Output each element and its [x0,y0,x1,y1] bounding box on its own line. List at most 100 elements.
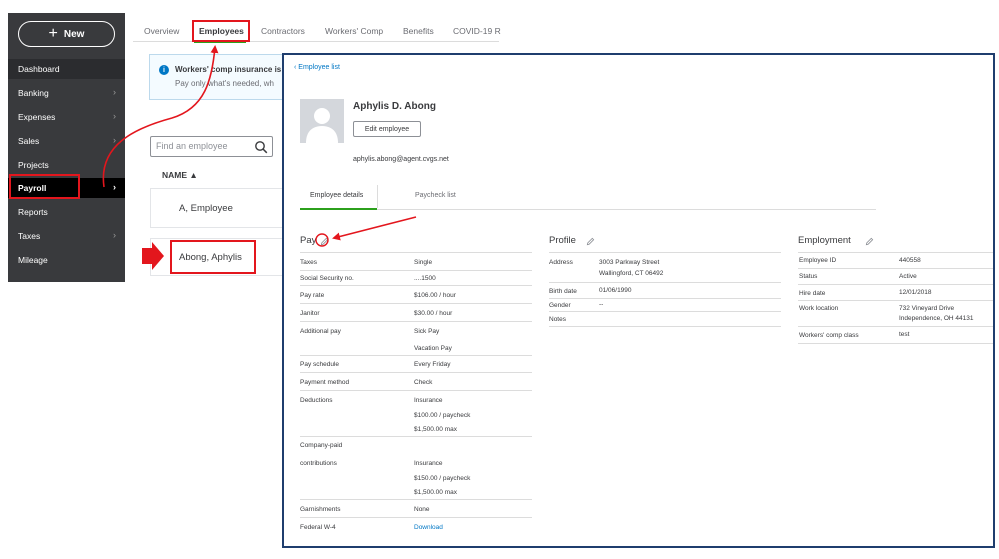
pay-value: $150.00 / paycheck [414,475,471,482]
profile-label: Notes [549,316,566,323]
pay-label: Taxes [300,259,317,266]
sidebar-item-label: Dashboard [18,64,60,74]
avatar [300,99,344,143]
sidebar-item-label: Mileage [18,255,48,265]
divider [300,372,532,373]
edit-employee-button[interactable]: Edit employee [353,121,421,137]
pay-label: Deductions [300,397,333,404]
payroll-tabs: Overview Employees Contractors Workers' … [133,20,501,42]
profile-value: Wallingford, CT 06492 [599,270,664,277]
employee-name: A, Employee [179,203,233,214]
sidebar-item-label: Taxes [18,231,41,241]
sidebar-item-label: Sales [18,136,40,146]
edit-profile-pencil-icon[interactable] [586,237,595,246]
pay-value: None [414,506,430,513]
pay-value: $30.00 / hour [414,310,453,317]
profile-value: 01/06/1990 [599,287,632,294]
divider [300,270,532,271]
pay-section-title: Pay [300,235,317,246]
divider [300,517,532,518]
sidebar-item-taxes[interactable]: Taxes › [8,226,125,246]
divider [549,298,781,299]
sidebar-item-expenses[interactable]: Expenses › [8,107,125,127]
chevron-right-icon: › [113,230,116,240]
divider [798,300,993,301]
download-w4-link[interactable]: Download [414,524,443,531]
employee-full-name: Aphylis D. Abong [353,101,436,112]
info-icon: i [159,65,169,75]
pay-label: Social Security no. [300,275,354,282]
pay-value: $100.00 / paycheck [414,412,471,419]
edit-employment-pencil-icon[interactable] [865,237,874,246]
pay-value: Every Friday [414,361,451,368]
banner-body: Pay only what's needed, wh [175,79,274,88]
tab-covid-19[interactable]: COVID-19 R [453,26,501,36]
divider [798,326,993,327]
pay-label: Company-paid [300,442,343,449]
pay-value: Single [414,259,433,266]
search-icon[interactable] [254,140,268,154]
tab-contractors[interactable]: Contractors [261,26,305,36]
plus-icon: + [48,25,58,42]
employment-label: Workers' comp class [799,332,859,339]
divider [798,284,993,285]
pay-value: Sick Pay [414,328,440,335]
sidebar-item-reports[interactable]: Reports [8,202,125,222]
pay-value: $106.00 / hour [414,292,456,299]
sidebar-item-label: Expenses [18,112,56,122]
sidebar-item-mileage[interactable]: Mileage [8,250,125,270]
pay-label: Pay rate [300,292,325,299]
profile-label: Birth date [549,288,577,295]
detail-tabs: Employee details Paycheck list [300,183,876,210]
sidebar-item-sales[interactable]: Sales › [8,131,125,151]
profile-label: Address [549,259,573,266]
tab-divider [377,185,378,208]
divider [549,311,781,312]
tab-paycheck-list[interactable]: Paycheck list [415,192,456,199]
employee-row[interactable]: A, Employee [150,188,285,228]
divider [798,343,993,344]
left-navigation: + New Dashboard Banking › Expenses › Sales… [8,13,125,282]
employee-row-highlight [170,240,256,274]
divider [798,252,993,253]
workers-comp-banner: i Workers' comp insurance is Pay only wh… [149,54,284,100]
employment-value: test [899,331,910,338]
divider [549,282,781,283]
pay-label: Payment method [300,379,350,386]
employment-label: Employee ID [799,257,837,264]
employment-value: Active [899,273,917,280]
tab-workers-comp[interactable]: Workers' Comp [325,26,383,36]
employment-value: 440558 [899,257,921,264]
sidebar-item-label: Projects [18,160,49,170]
pay-label: Federal W-4 [300,524,336,531]
divider [300,321,532,322]
sidebar-item-label: Reports [18,207,48,217]
pay-label: Garnishments [300,506,341,513]
new-button[interactable]: + New [18,21,115,47]
profile-value: 3003 Parkway Street [599,259,660,266]
profile-label: Gender [549,302,571,309]
employee-email: aphylis.abong@agent.cvgs.net [353,156,449,163]
divider [300,252,532,253]
employee-list-link[interactable]: ‹ Employee list [294,64,340,71]
edit-pay-pencil-icon[interactable] [320,237,329,246]
tab-overview[interactable]: Overview [144,26,179,36]
pay-value: Vacation Pay [414,345,452,352]
sidebar-item-banking[interactable]: Banking › [8,83,125,103]
sidebar-item-dashboard[interactable]: Dashboard [8,59,125,79]
person-silhouette-icon [300,99,344,143]
sidebar-item-projects[interactable]: Projects [8,155,125,175]
pay-label: Additional pay [300,328,341,335]
divider [300,390,532,391]
pay-value: $1,500.00 max [414,489,458,496]
tab-benefits[interactable]: Benefits [403,26,434,36]
employee-search-input[interactable]: Find an employee [150,136,273,157]
divider [549,252,781,253]
search-placeholder: Find an employee [156,141,228,151]
employment-label: Hire date [799,290,826,297]
name-column-header[interactable]: NAME ▲ [162,170,198,180]
employment-section-title: Employment [798,235,851,246]
divider [300,499,532,500]
tab-employee-details[interactable]: Employee details [310,192,363,199]
employment-value: 12/01/2018 [899,289,932,296]
